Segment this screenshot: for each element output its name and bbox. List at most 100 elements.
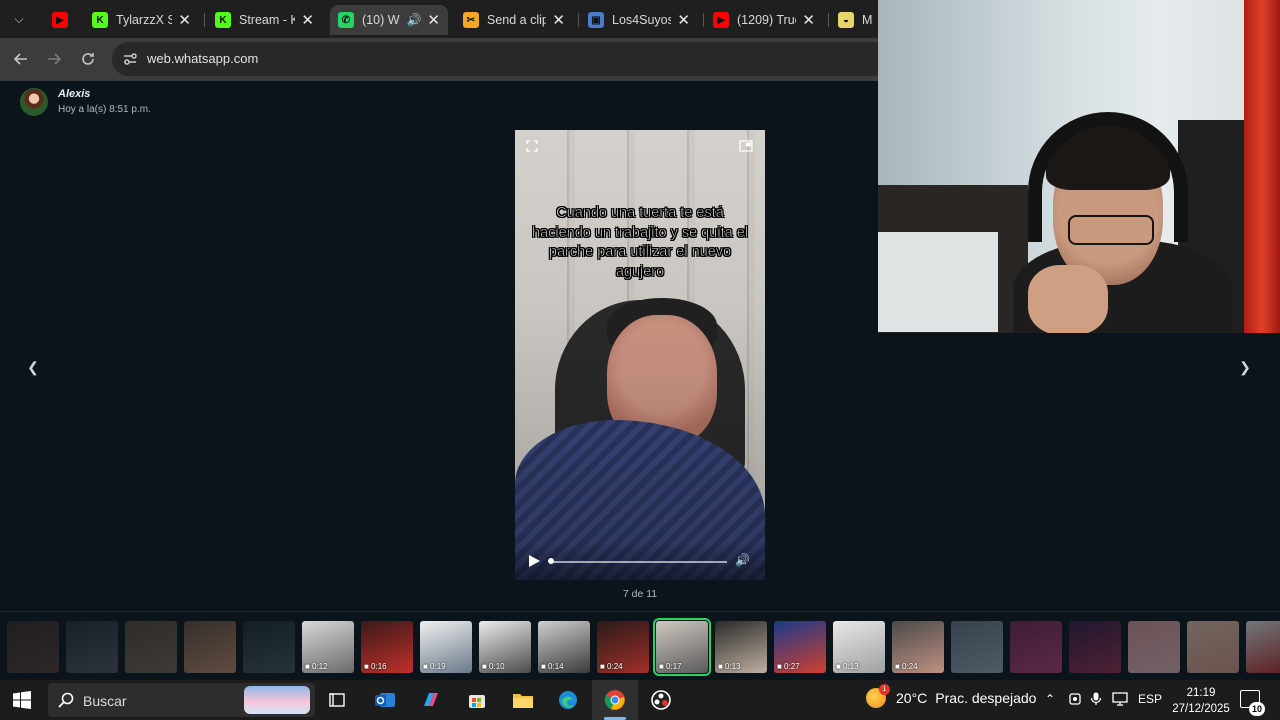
weather-widget[interactable]: 1 20°C Prac. despejado [866, 684, 1037, 708]
taskbar-search-box[interactable]: Buscar [48, 683, 315, 717]
filmstrip-thumbnail[interactable] [66, 621, 118, 673]
filmstrip-thumbnail[interactable]: ■ 0:14 [538, 621, 590, 673]
tab-title: (1209) True [737, 13, 797, 27]
kick-icon: K [92, 12, 108, 28]
filmstrip-thumbnail[interactable] [1010, 621, 1062, 673]
play-button[interactable] [527, 554, 541, 568]
video-player[interactable]: Cuando una tuerta te está haciendo un tr… [515, 130, 765, 580]
filmstrip-thumbnail[interactable] [951, 621, 1003, 673]
avatar[interactable] [20, 88, 48, 116]
youtube-icon: ▶ [52, 12, 68, 28]
weather-condition-text: Prac. despejado [935, 690, 1037, 706]
close-tab-icon[interactable]: ✕ [427, 11, 440, 29]
tab-separator [578, 13, 579, 27]
thumbnail-duration: ■ 0:13 [718, 662, 741, 671]
system-clock[interactable]: 21:19 27/12/2025 [1168, 685, 1234, 717]
filmstrip-thumbnail[interactable] [1128, 621, 1180, 673]
microphone-tray-button[interactable] [1090, 692, 1102, 709]
volume-button[interactable]: 🔊 [735, 553, 750, 567]
language-indicator[interactable]: ESP [1138, 692, 1162, 706]
thumbnail-duration: ■ 0:12 [305, 662, 328, 671]
filmstrip-thumbnail[interactable] [1246, 621, 1280, 673]
meet-now-icon[interactable] [1068, 692, 1082, 709]
tab-title: (10) Wh [362, 13, 400, 27]
video-caption: Cuando una tuerta te está haciendo un tr… [531, 205, 749, 280]
browser-tab-2[interactable]: K TylarzzX Str ✕ [84, 5, 199, 35]
fullscreen-button[interactable] [524, 138, 540, 154]
filmstrip-thumbnail[interactable] [125, 621, 177, 673]
whatsapp-icon: ✆ [338, 12, 354, 28]
edge-app-button[interactable] [554, 686, 582, 714]
clip-icon: ✂ [463, 12, 479, 28]
filmstrip-thumbnail[interactable]: ■ 0:19 [420, 621, 472, 673]
filmstrip-thumbnail[interactable]: ■ 0:13 [833, 621, 885, 673]
filmstrip-thumbnail[interactable]: ■ 0:12 [302, 621, 354, 673]
webcam-mattress [878, 232, 998, 332]
tab-title: Send a clip [487, 13, 547, 27]
back-button[interactable] [10, 48, 32, 70]
edge-icon [559, 691, 577, 709]
chevron-left-icon: ❮ [27, 358, 39, 375]
browser-tab-3[interactable]: K Stream - Ki ✕ [207, 5, 322, 35]
camera-tray-icon [1069, 693, 1081, 705]
filmstrip-thumbnail[interactable]: ■ 0:16 [361, 621, 413, 673]
tab-title: Micr [862, 13, 872, 27]
browser-tab-5[interactable]: ✂ Send a clip ✕ [455, 5, 573, 35]
seek-handle[interactable] [548, 558, 554, 564]
browser-tab-1[interactable]: ▶ [44, 5, 76, 35]
close-tab-icon[interactable]: ✕ [178, 11, 191, 29]
network-tray-button[interactable] [1112, 692, 1128, 709]
filmstrip-thumbnail[interactable]: ■ 0:27 [774, 621, 826, 673]
tab-audio-icon[interactable]: 🔊 [406, 13, 421, 27]
webcam-person-hand [1028, 265, 1108, 333]
outlook-icon [375, 693, 395, 707]
close-tab-icon[interactable]: ✕ [802, 11, 815, 29]
thumbnail-duration: ■ 0:24 [600, 662, 623, 671]
thumbnail-duration: ■ 0:14 [541, 662, 564, 671]
obs-app-button[interactable] [647, 686, 675, 714]
thumbnail-duration: ■ 0:16 [364, 662, 387, 671]
browser-tab-6[interactable]: ▣ Los4Suyosk ✕ [580, 5, 698, 35]
chevron-right-icon: ❯ [1239, 358, 1251, 375]
thumbnail-duration: ■ 0:17 [659, 662, 682, 671]
close-tab-icon[interactable]: ✕ [552, 11, 565, 29]
filmstrip-thumbnail[interactable] [184, 621, 236, 673]
filmstrip-thumbnail[interactable]: ■ 0:24 [892, 621, 944, 673]
filmstrip-thumbnail[interactable]: ■ 0:13 [715, 621, 767, 673]
copilot-app-button[interactable] [417, 686, 445, 714]
browser-tab-4[interactable]: ✆ (10) Wh 🔊 ✕ [330, 5, 448, 35]
tab-title: Los4Suyosk [612, 13, 672, 27]
store-icon [469, 695, 485, 708]
filmstrip-thumbnail[interactable]: ■ 0:24 [597, 621, 649, 673]
filmstrip-thumbnail[interactable] [7, 621, 59, 673]
filmstrip-thumbnail[interactable]: ■ 0:10 [479, 621, 531, 673]
previous-media-button[interactable]: ❮ [22, 356, 44, 378]
search-highlight-image [244, 686, 310, 714]
browser-tab-8[interactable]: ◒ Micr [830, 5, 880, 35]
filmstrip-thumbnail[interactable] [1069, 621, 1121, 673]
close-tab-icon[interactable]: ✕ [301, 11, 314, 29]
start-button[interactable] [8, 686, 36, 714]
filmstrip-thumbnail[interactable] [1187, 621, 1239, 673]
reload-button[interactable] [77, 48, 99, 70]
file-explorer-button[interactable] [509, 686, 537, 714]
tab-separator [703, 13, 704, 27]
address-bar[interactable]: web.whatsapp.com [112, 42, 892, 76]
filmstrip-thumbnail[interactable]: ■ 0:17 [653, 618, 711, 676]
filmstrip-thumbnail[interactable] [243, 621, 295, 673]
site-info-icon[interactable] [122, 51, 138, 67]
browser-tab-7[interactable]: ▶ (1209) True ✕ [705, 5, 823, 35]
arrow-right-icon [48, 53, 62, 65]
next-media-button[interactable]: ❯ [1234, 356, 1256, 378]
forward-button[interactable] [43, 48, 65, 70]
tab-search-button[interactable]: ⌵ [8, 8, 30, 30]
store-app-button[interactable] [463, 686, 491, 714]
picture-in-picture-button[interactable] [738, 138, 754, 154]
show-hidden-icons-button[interactable]: ⌃ [1045, 692, 1055, 706]
outlook-app-button[interactable] [371, 686, 399, 714]
close-tab-icon[interactable]: ✕ [677, 11, 690, 29]
chrome-app-button[interactable] [601, 686, 629, 714]
video-seek-bar[interactable] [548, 558, 727, 564]
search-icon [58, 692, 74, 708]
task-view-button[interactable] [323, 686, 351, 714]
